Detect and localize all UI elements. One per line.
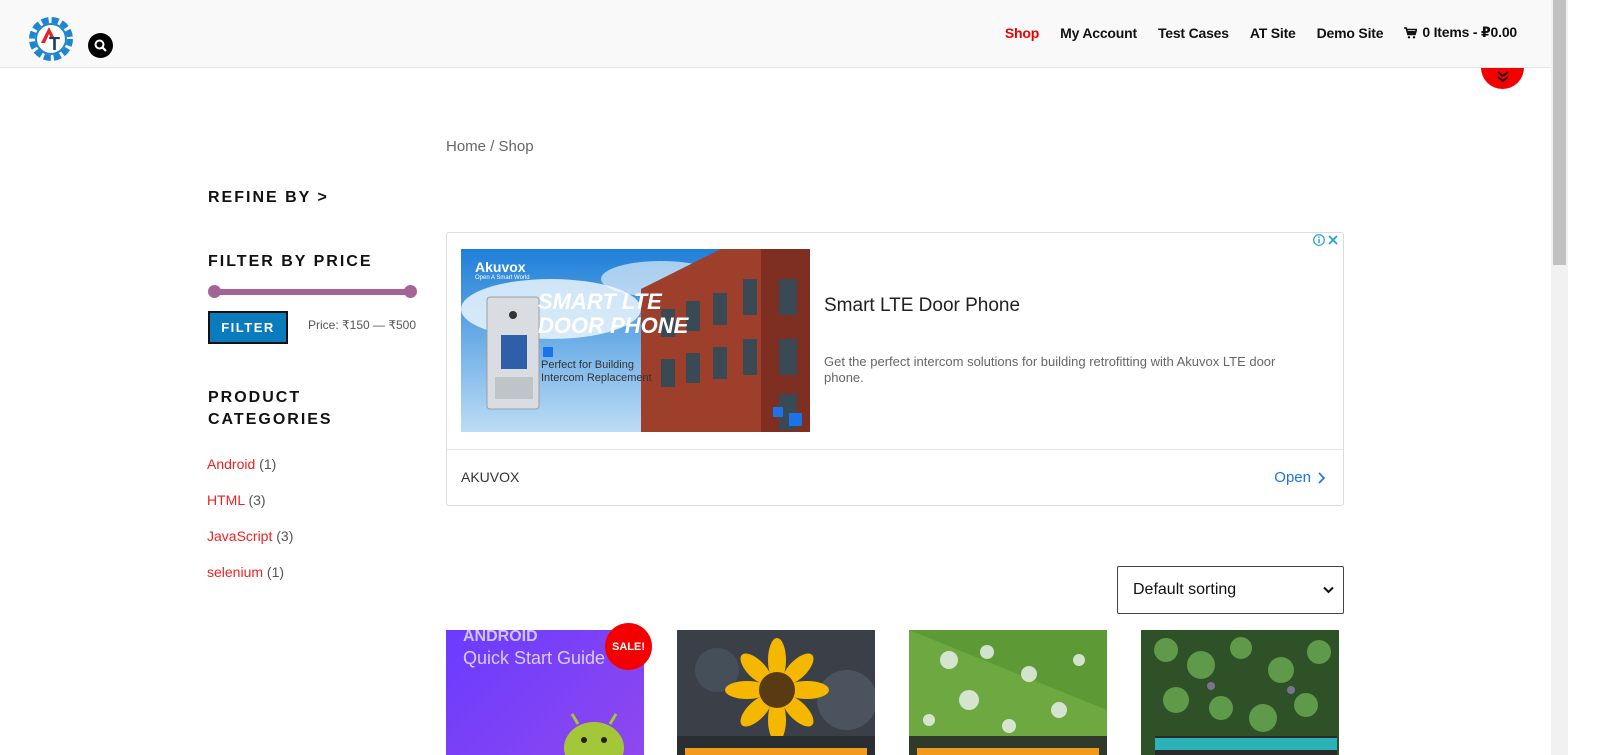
info-icon[interactable] [1313,234,1325,246]
category-count: (1) [259,456,277,472]
ad-image-sub-2: Intercom Replacement [541,372,652,384]
chevron-down-icon [1323,586,1334,594]
breadcrumb-home[interactable]: Home [446,138,486,155]
close-icon[interactable] [1327,234,1339,246]
chevron-right-icon [1318,471,1325,484]
leaves-image [1141,630,1339,755]
category-count: (1) [266,564,285,580]
category-count: (3) [248,492,266,508]
refine-by-title[interactable]: REFINE BY > [208,187,329,209]
category-list: Android (1) HTML (3) JavaScript (3) sele… [207,456,293,600]
ad-title[interactable]: Smart LTE Door Phone [824,295,1020,317]
product-card-water-drops[interactable] [909,630,1107,755]
svg-text:T: T [49,34,60,54]
double-chevron-down-icon [1497,71,1508,83]
sale-badge: SALE! [605,623,652,670]
nav-at-site[interactable]: AT Site [1250,25,1296,41]
product-card-leaves[interactable] [1141,630,1339,755]
site-header: T Shop My Account Test Cases AT Site Dem… [0,0,1551,68]
scrollbar-thumb[interactable] [1553,0,1566,265]
right-gutter [1568,0,1600,755]
ad-image-headline-2: DOOR PHONE [538,313,689,338]
ad-image-brand: Akuvox [475,259,526,275]
category-item: selenium (1) [207,564,293,600]
product-categories-title: PRODUCT CATEGORIES [208,389,333,428]
category-link-selenium[interactable]: selenium [207,564,263,580]
category-item: Android (1) [207,456,293,492]
product-card-sunflower[interactable] [677,630,875,755]
page-scrollbar[interactable] [1551,0,1568,755]
price-range-label: Price: ₹150 — ₹500 [308,318,416,332]
breadcrumb-current: Shop [498,138,534,155]
category-count: (3) [276,528,294,544]
price-slider-min-handle[interactable] [208,285,221,298]
nav-test-cases[interactable]: Test Cases [1158,25,1229,41]
filter-by-price-title: FILTER BY PRICE [208,253,373,270]
price-slider-track[interactable] [214,289,410,295]
ad-image-tagline: Open A Smart World [475,275,530,281]
category-link-android[interactable]: Android [207,456,255,472]
breadcrumb-separator: / [486,138,499,155]
nav-demo-site[interactable]: Demo Site [1317,25,1384,41]
price-slider-max-handle[interactable] [404,285,417,298]
ad-divider [447,449,1343,450]
ad-image[interactable]: Akuvox Open A Smart World SMART LTE DOOR… [461,249,810,432]
sunflower-image [677,630,875,755]
nav-shop[interactable]: Shop [1005,25,1039,41]
category-item: JavaScript (3) [207,528,293,564]
cart-icon [1404,26,1418,38]
ad-brand: AKUVOX [461,469,520,485]
advertisement-card[interactable]: Akuvox Open A Smart World SMART LTE DOOR… [446,232,1344,506]
breadcrumb: Home / Shop [446,138,534,155]
main-nav: Shop My Account Test Cases AT Site Demo … [1005,24,1517,41]
filter-button[interactable]: FILTER [208,311,288,344]
ad-choices[interactable] [1313,234,1339,246]
sort-select[interactable]: Default sorting [1117,566,1344,614]
sort-selected-value: Default sorting [1133,581,1237,598]
nav-my-account[interactable]: My Account [1060,25,1137,41]
ad-open-label: Open [1274,469,1311,486]
nav-cart[interactable]: 0 Items - ₽0.00 [1404,24,1517,41]
ad-image-sub-1: Perfect for Building [541,359,634,371]
category-item: HTML (3) [207,492,293,528]
ad-description: Get the perfect intercom solutions for b… [824,354,1276,385]
ad-open-button[interactable]: Open [1274,469,1325,486]
cart-summary: 0 Items - ₽0.00 [1422,24,1517,40]
ad-image-headline-1: SMART LTE [538,289,662,314]
water-drops-image [909,630,1107,755]
category-link-html[interactable]: HTML [207,492,245,508]
site-logo[interactable]: T [27,13,79,65]
search-icon[interactable] [88,33,113,58]
category-link-javascript[interactable]: JavaScript [207,528,272,544]
